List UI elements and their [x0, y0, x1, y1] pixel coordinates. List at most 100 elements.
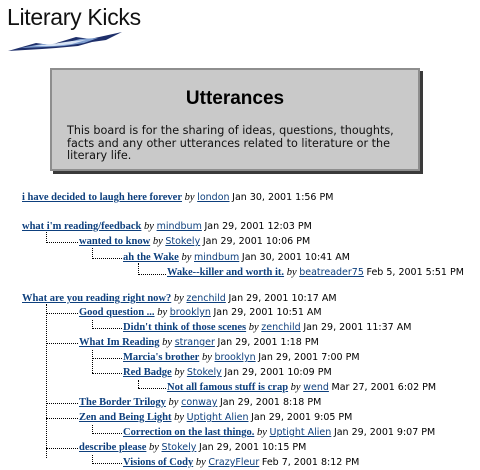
thread-post: Red Badge by Stokely Jan 29, 2001 10:09 …	[123, 366, 332, 380]
post-author-link[interactable]: mindbum	[194, 252, 239, 263]
thread-post: describe please by Stokely Jan 29, 2001 …	[79, 441, 306, 455]
post-author-link[interactable]: stranger	[175, 337, 215, 348]
post-author-link[interactable]: brooklyn	[214, 352, 255, 363]
by-label: by	[173, 293, 184, 304]
post-title-link[interactable]: What are you reading right now?	[22, 293, 171, 304]
by-label: by	[184, 192, 195, 203]
post-date: Jan 29, 2001 10:17 AM	[228, 293, 337, 304]
post-author-link[interactable]: wend	[303, 382, 329, 393]
by-label: by	[248, 322, 259, 333]
post-date: Jan 29, 2001 9:07 PM	[333, 427, 436, 438]
logo-swoosh-graphic	[8, 32, 122, 51]
by-label: by	[162, 337, 173, 348]
thread-connector	[46, 313, 78, 314]
by-label: by	[152, 236, 163, 247]
thread-connector	[46, 418, 78, 419]
thread-post: What Im Reading by stranger Jan 29, 2001…	[79, 336, 319, 350]
thread-post: ah the Wake by mindbum Jan 30, 2001 10:4…	[123, 251, 350, 265]
post-date: Jan 29, 2001 8:18 PM	[220, 397, 322, 408]
thread-post: wanted to know by Stokely Jan 29, 2001 1…	[79, 235, 310, 249]
board-title: Utterances	[185, 88, 285, 109]
post-title-link[interactable]: Not all famous stuff is crap	[167, 382, 288, 393]
post-date: Feb 7, 2001 8:12 PM	[261, 457, 360, 468]
post-title-link[interactable]: ah the Wake	[123, 252, 179, 263]
thread-connector	[92, 373, 122, 374]
post-author-link[interactable]: Stokely	[162, 442, 197, 453]
post-author-link[interactable]: conway	[181, 397, 217, 408]
post-title-link[interactable]: Wake--killer and worth it.	[167, 267, 284, 278]
by-label: by	[174, 412, 185, 423]
by-label: by	[201, 352, 212, 363]
post-title-link[interactable]: Didn't think of those scenes	[123, 322, 246, 333]
thread-post: Not all famous stuff is crap by wend Mar…	[167, 381, 436, 395]
by-label: by	[195, 457, 206, 468]
post-title-link[interactable]: Visions of Cody	[123, 457, 193, 468]
thread-connector	[138, 380, 139, 388]
post-author-link[interactable]: zenchild	[186, 293, 225, 304]
by-label: by	[181, 252, 192, 263]
by-label: by	[290, 382, 301, 393]
by-label: by	[149, 442, 159, 453]
post-title-link[interactable]: what i'm reading/feedback	[22, 221, 141, 232]
post-title-link[interactable]: The Border Trilogy	[79, 397, 166, 408]
board-description: This board is for the sharing of ideas, …	[67, 124, 394, 162]
thread-post: Marcia's brother by brooklyn Jan 29, 200…	[123, 351, 360, 365]
post-author-link[interactable]: CrazyFleur	[208, 457, 259, 468]
by-label: by	[286, 267, 297, 278]
post-date: Jan 30, 2001 1:56 PM	[232, 192, 334, 203]
thread-post: Zen and Being Light by Uptight Alien Jan…	[79, 411, 352, 425]
thread-connector	[92, 358, 122, 359]
thread-connector	[46, 343, 78, 344]
post-author-link[interactable]: beatreader75	[299, 267, 364, 278]
thread-post: Correction on the last thingo. by Uptigh…	[123, 426, 435, 440]
post-date: Jan 29, 2001 1:18 PM	[217, 337, 319, 348]
post-author-link[interactable]: Uptight Alien	[270, 427, 332, 438]
post-title-link[interactable]: describe please	[79, 442, 146, 453]
site-logo-title[interactable]: Literary Kicks	[7, 4, 141, 31]
post-author-link[interactable]: Uptight Alien	[187, 412, 249, 423]
post-date: Jan 29, 2001 10:09 PM	[224, 367, 332, 378]
board-header-panel: Utterances This board is for the sharing…	[50, 68, 420, 171]
thread-post: Wake--killer and worth it. by beatreader…	[167, 266, 464, 280]
thread-post: The Border Trilogy by conway Jan 29, 200…	[79, 396, 321, 410]
post-title-link[interactable]: i have decided to laugh here forever	[22, 192, 182, 203]
post-author-link[interactable]: london	[197, 192, 229, 203]
post-date: Jan 29, 2001 7:00 PM	[258, 352, 360, 363]
post-title-link[interactable]: Marcia's brother	[123, 352, 199, 363]
thread-post: Good question ... by brooklyn Jan 29, 20…	[79, 306, 322, 320]
by-label: by	[168, 397, 179, 408]
post-author-link[interactable]: mindbum	[157, 221, 202, 232]
post-date: Mar 27, 2001 6:02 PM	[331, 382, 437, 393]
post-title-link[interactable]: Zen and Being Light	[79, 412, 172, 423]
post-date: Jan 29, 2001 10:51 AM	[213, 307, 322, 318]
post-author-link[interactable]: brooklyn	[170, 307, 211, 318]
post-author-link[interactable]: Stokely	[165, 236, 200, 247]
post-date: Jan 30, 2001 10:41 AM	[241, 252, 350, 263]
thread-connector	[92, 350, 93, 373]
post-date: Jan 29, 2001 10:06 PM	[202, 236, 311, 247]
thread-post: Didn't think of those scenes by zenchild…	[123, 321, 411, 335]
thread-post: what i'm reading/feedback by mindbum Jan…	[22, 220, 312, 234]
post-title-link[interactable]: What Im Reading	[79, 337, 160, 348]
post-title-link[interactable]: Correction on the last thingo.	[123, 427, 254, 438]
post-author-link[interactable]: Stokely	[187, 367, 222, 378]
thread-connector	[92, 328, 122, 329]
thread-connector	[46, 403, 78, 404]
by-label: by	[256, 427, 267, 438]
post-author-link[interactable]: zenchild	[261, 322, 300, 333]
post-date: Jan 29, 2001 11:37 AM	[303, 322, 412, 333]
post-date: Jan 29, 2001 9:05 PM	[251, 412, 353, 423]
by-label: by	[174, 367, 185, 378]
thread-connector	[46, 304, 47, 458]
by-label: by	[144, 221, 154, 232]
thread-connector	[46, 448, 78, 449]
thread-post: i have decided to laugh here forever by …	[22, 191, 333, 205]
post-title-link[interactable]: Red Badge	[123, 367, 172, 378]
post-title-link[interactable]: wanted to know	[79, 236, 150, 247]
by-label: by	[157, 307, 168, 318]
thread-connector	[138, 388, 166, 389]
thread-connector	[92, 463, 122, 464]
thread-connector	[46, 242, 78, 243]
thread-connector	[138, 274, 166, 275]
post-title-link[interactable]: Good question ...	[79, 307, 155, 318]
